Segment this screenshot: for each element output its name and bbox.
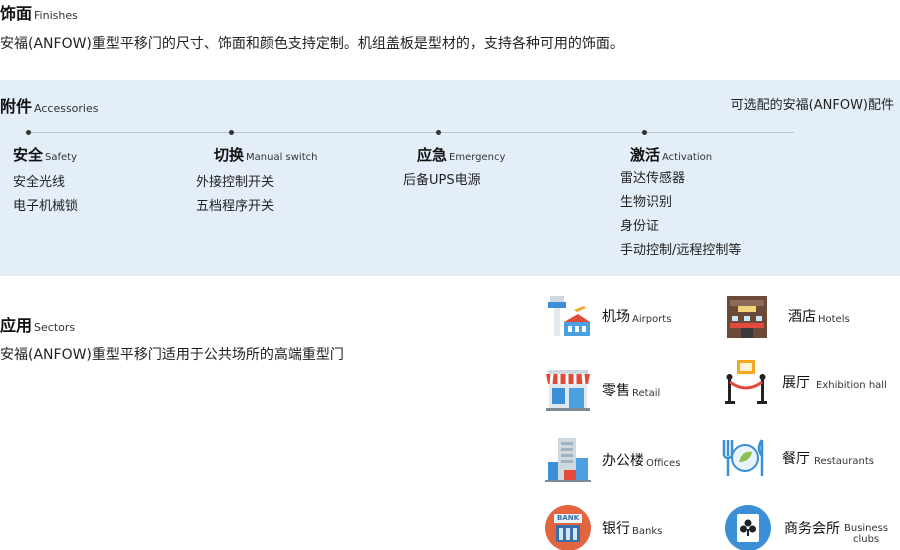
accessory-item: 五档程序开关 (196, 199, 275, 214)
accessory-item: 安全光线 (13, 175, 66, 190)
accessory-category-emergency: 应急 Emergency 后备UPS电源 (403, 144, 505, 193)
timeline-dot (229, 130, 234, 135)
accessory-item: 雷达传感器 (620, 171, 686, 186)
sector-hotels: 酒店 Hotels (724, 292, 850, 340)
office-icon (544, 436, 594, 484)
sector-label-en: Exhibition hall (816, 379, 887, 391)
accessory-category-activation: 激活 Activation 雷达传感器 生物识别 身份证 手动控制/远程控制等 (620, 144, 741, 263)
accessories-optional-note: 可选配的安福(ANFOW)配件 (730, 98, 894, 113)
sector-exhibition-hall: 展厅 Exhibition hall (724, 358, 887, 406)
accessory-category-manual-switch: 切换 Manual switch 外接控制开关 五档程序开关 (196, 144, 317, 219)
hotel-icon (724, 292, 774, 340)
sector-offices: 办公楼 Offices (544, 436, 680, 484)
sector-label-en: Hotels (818, 313, 850, 325)
exhibition-icon (724, 358, 774, 406)
category-title: 安全 Safety (13, 146, 78, 164)
sector-label: 酒店 (788, 309, 816, 325)
category-title: 激活 Activation (630, 146, 713, 164)
sector-label: 零售 (602, 383, 630, 399)
category-title: 应急 Emergency (417, 146, 506, 164)
sector-label-en: Banks (632, 525, 663, 537)
finishes-title: 饰面 (0, 4, 33, 23)
bank-icon: BANK (544, 504, 594, 550)
sector-label: 银行 (602, 521, 630, 537)
accessory-item: 外接控制开关 (196, 175, 275, 190)
retail-icon (544, 366, 594, 414)
accessories-title-en: Accessories (34, 102, 99, 115)
finishes-heading: 饰面 Finishes (0, 0, 78, 24)
sector-label-en: Retail (632, 387, 661, 399)
sector-label: 餐厅 (782, 451, 810, 467)
airport-icon (544, 292, 594, 340)
sector-label: 办公楼 (602, 453, 644, 469)
accessory-category-safety: 安全 Safety 安全光线 电子机械锁 (13, 144, 78, 219)
sector-label-en: Airports (632, 313, 672, 325)
sector-label: 机场 (602, 309, 630, 325)
sector-label: 展厅 (782, 375, 810, 391)
restaurant-icon (720, 434, 770, 482)
sectors-description: 安福(ANFOW)重型平移门适用于公共场所的高端重型门 (0, 347, 344, 363)
sector-banks: BANK 银行 Banks (544, 504, 662, 550)
sector-retail: 零售 Retail (544, 366, 660, 414)
sectors-heading: 应用 Sectors (0, 312, 75, 336)
finishes-description: 安福(ANFOW)重型平移门的尺寸、饰面和颜色支持定制。机组盖板是型材的，支持各… (0, 36, 624, 52)
business-club-icon (724, 504, 774, 550)
sector-airports: 机场 Airports (544, 292, 671, 340)
sector-business-clubs: 商务会所 Business clubs (724, 504, 888, 550)
sector-label-en: Offices (646, 457, 681, 469)
accessory-item: 手动控制/远程控制等 (620, 243, 742, 258)
bank-badge-text: BANK (556, 514, 580, 522)
accessories-title: 附件 (0, 97, 33, 116)
sectors-title-en: Sectors (34, 321, 76, 334)
accessory-item: 后备UPS电源 (403, 173, 481, 188)
timeline-dot (642, 130, 647, 135)
accessories-timeline (28, 132, 794, 133)
timeline-dot (26, 130, 31, 135)
accessory-item: 生物识别 (620, 195, 673, 210)
category-title: 切换 Manual switch (214, 146, 318, 164)
sector-label: 商务会所 (784, 521, 840, 537)
accessory-item: 身份证 (620, 219, 660, 234)
sectors-title: 应用 (0, 316, 33, 335)
sector-label-en: Business clubs (844, 523, 889, 545)
timeline-dot (436, 130, 441, 135)
accessories-heading: 附件 Accessories (0, 93, 98, 117)
accessory-item: 电子机械锁 (13, 199, 79, 214)
sector-restaurants: 餐厅 Restaurants (720, 434, 874, 482)
sector-label-en: Restaurants (814, 455, 874, 467)
finishes-title-en: Finishes (34, 9, 78, 22)
